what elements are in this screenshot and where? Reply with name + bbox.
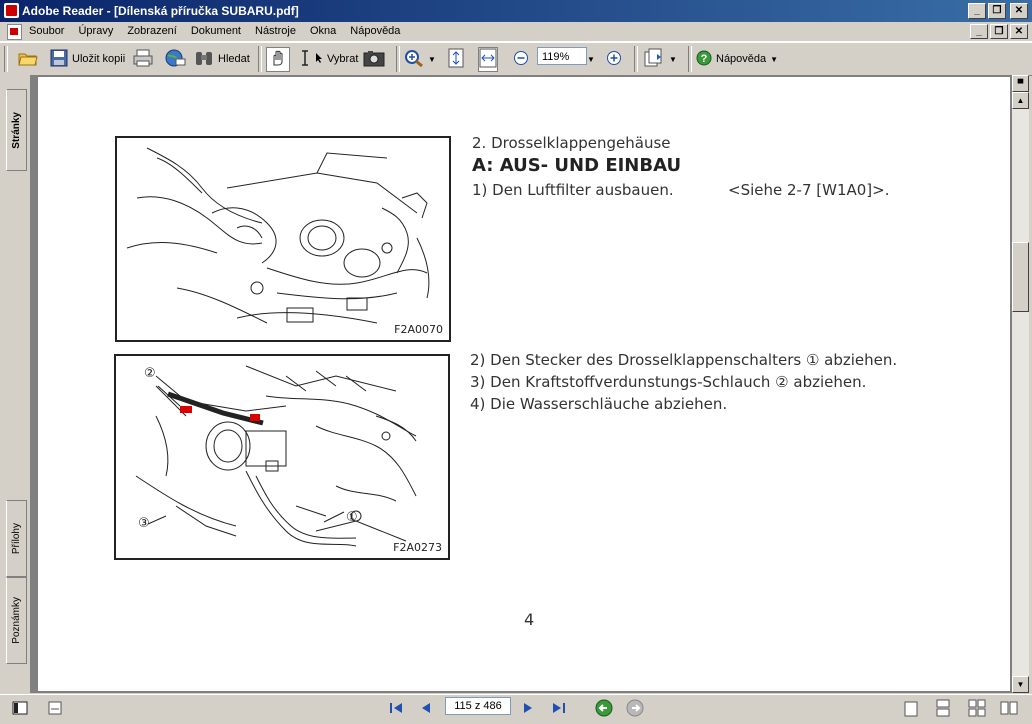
binoculars-icon[interactable] [194,49,214,70]
navigation-panel: Stránky Přílohy Poznámky [0,75,31,693]
main-heading: A: AUS- UND EINBAU [472,155,682,176]
hand-tool-icon[interactable] [266,46,290,72]
rotate-dropdown-icon[interactable]: ▼ [669,55,677,64]
figure1-code: F2A0070 [394,323,443,336]
step4-text: 4) Die Wasserschläuche abziehen. [470,395,728,413]
page-number-input[interactable]: 115 z 486 [445,697,511,715]
doc-restore-button[interactable]: ❐ [990,24,1008,39]
menu-upravy[interactable]: Úpravy [78,25,113,37]
scroll-up-icon[interactable]: ▲ [1012,92,1029,109]
scroll-thumb[interactable] [1012,242,1029,312]
zoom-out-icon[interactable] [513,50,529,69]
toolbar-separator [258,46,262,72]
throttle-body-illustration [135,365,417,547]
zoom-in-tool-icon[interactable] [404,49,424,70]
rotate-pages-icon[interactable] [643,48,665,71]
figure2-callout-2: ② [144,366,156,381]
text-select-icon[interactable] [299,49,311,70]
close-button[interactable]: ✕ [1010,3,1028,19]
fit-width-icon[interactable] [478,46,498,72]
continuous-facing-layout-icon[interactable] [968,699,986,720]
menu-bar: Soubor Úpravy Zobrazení Dokument Nástroj… [0,22,1032,42]
step3-text: 3) Den Kraftstoffverdunstungs-Schlauch ②… [470,373,867,391]
page-options-icon[interactable] [48,701,62,718]
toolbar-separator [688,46,692,72]
document-icon[interactable] [7,24,22,40]
toolbar-separator [634,46,638,72]
figure-air-filter-removal: F2A0070 [115,136,451,342]
help-icon[interactable]: ? [696,50,712,69]
facing-layout-icon[interactable] [1000,701,1018,718]
continuous-layout-icon[interactable] [936,699,950,720]
tab-comments-label: Poznámky [11,597,22,644]
document-page: F2A0070 ② ① ③ F2A0273 2. Drosselklappeng… [38,77,1010,691]
zoom-tool-dropdown-icon[interactable]: ▼ [428,55,436,64]
toolbar: Uložit kopii Hledat Vybrat ▼ ▼ ▼ ? Nápov… [0,42,1032,76]
vertical-scrollbar[interactable]: ▀ ▲ ▼ [1012,75,1029,693]
save-copy-button[interactable]: Uložit kopii [72,53,125,65]
figure2-callout-3: ③ [138,516,150,531]
svg-text:?: ? [701,53,708,65]
tab-attachments-label: Přílohy [11,522,22,555]
zoom-dropdown-icon[interactable]: ▼ [587,55,595,64]
tab-comments[interactable]: Poznámky [6,577,27,664]
status-bar [0,694,1032,724]
toolbar-grip [4,46,8,72]
step1-text: 1) Den Luftfilter ausbauen. [472,181,674,199]
figure-throttle-body: ② ① ③ F2A0273 [114,354,450,560]
menu-okna[interactable]: Okna [310,25,336,37]
step1-reference: <Siehe 2-7 [W1A0]>. [728,181,890,199]
page-number: 4 [524,610,535,629]
restore-button[interactable]: ❐ [988,3,1006,19]
toolbar-separator [396,46,400,72]
help-dropdown-icon[interactable]: ▼ [770,55,778,64]
menu-nastroje[interactable]: Nástroje [255,25,296,37]
fit-page-icon[interactable] [448,48,464,71]
doc-close-button[interactable]: ✕ [1010,24,1028,39]
step2-text: 2) Den Stecker des Drosselklappenschalte… [470,351,898,369]
first-page-icon[interactable] [388,701,404,718]
single-page-layout-icon[interactable] [904,701,918,720]
help-button[interactable]: Nápověda [716,53,766,65]
snapshot-camera-icon[interactable] [363,49,385,70]
navigation-panel-toggle-icon[interactable] [12,701,28,718]
doc-minimize-button[interactable]: _ [970,24,988,39]
figure2-code: F2A0273 [393,541,442,554]
select-button[interactable]: Vybrat [327,53,358,65]
figure2-callout-1: ① [346,510,358,525]
engine-hands-illustration [126,147,430,324]
previous-page-icon[interactable] [420,701,432,718]
menu-zobrazeni[interactable]: Zobrazení [127,25,177,37]
open-folder-icon[interactable] [18,49,38,70]
cursor-arrow-icon [315,52,323,67]
next-view-icon[interactable] [626,699,644,720]
menu-dokument[interactable]: Dokument [191,25,241,37]
window-title: Adobe Reader - [Dílenská příručka SUBARU… [22,4,299,18]
minimize-button[interactable]: _ [968,3,986,19]
adobe-reader-icon [4,3,19,18]
save-disk-icon[interactable] [50,49,68,70]
scroll-top-icon[interactable]: ▀ [1012,75,1029,92]
tab-pages-label: Stránky [11,111,22,149]
menu-soubor[interactable]: Soubor [29,25,64,37]
menu-napoveda[interactable]: Nápověda [350,25,400,37]
email-globe-icon[interactable] [164,49,186,70]
last-page-icon[interactable] [551,701,567,718]
next-page-icon[interactable] [522,701,534,718]
zoom-level-input[interactable]: 119% [537,47,587,65]
scroll-down-icon[interactable]: ▼ [1012,676,1029,693]
tab-pages[interactable]: Stránky [6,89,27,171]
zoom-in-icon[interactable] [606,50,622,69]
tab-attachments[interactable]: Přílohy [6,500,27,577]
title-bar: Adobe Reader - [Dílenská příručka SUBARU… [0,0,1032,22]
search-button[interactable]: Hledat [218,53,250,65]
section-heading: 2. Drosselklappengehäuse [472,134,671,152]
print-icon[interactable] [133,49,153,70]
previous-view-icon[interactable] [595,699,613,720]
